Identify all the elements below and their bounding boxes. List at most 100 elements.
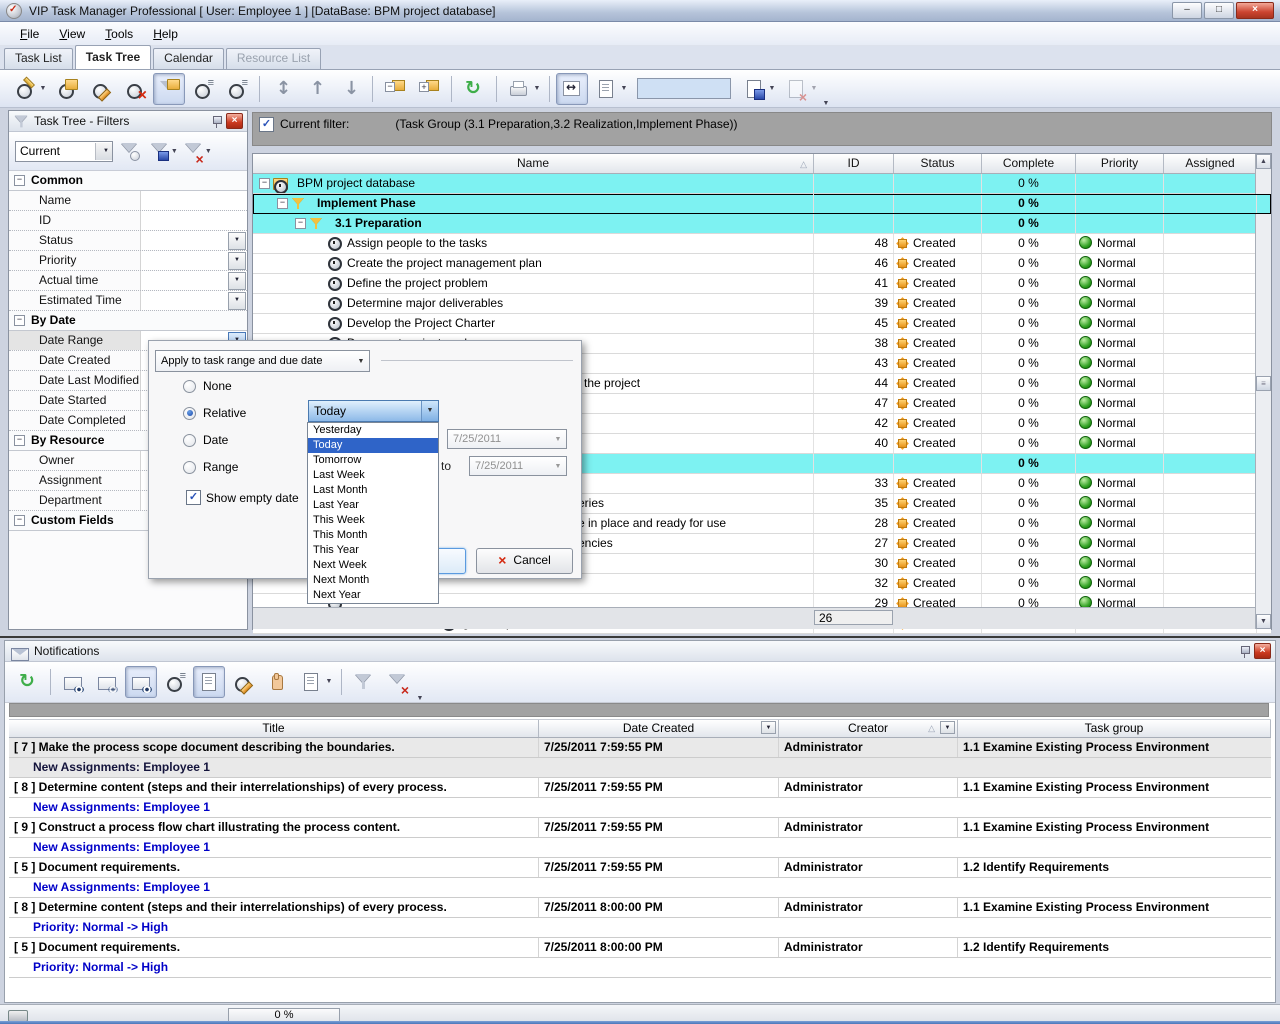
pin-icon[interactable]: [211, 114, 223, 129]
filter-field-estimated-time[interactable]: Estimated Time▼: [9, 291, 247, 311]
refresh-button[interactable]: [458, 73, 490, 105]
collapse-icon[interactable]: −: [14, 435, 25, 446]
radio-none[interactable]: [183, 380, 196, 393]
column-header-complete[interactable]: Complete: [982, 154, 1076, 173]
layouts-button[interactable]: ▼: [590, 73, 622, 105]
clear-filter-button[interactable]: ▼: [182, 135, 214, 167]
tab-task-tree[interactable]: Task Tree: [75, 45, 151, 69]
filter-field-value[interactable]: [141, 211, 247, 230]
column-header-creator[interactable]: Creator△▼: [779, 720, 958, 737]
list-item-last-month[interactable]: Last Month: [308, 483, 438, 498]
accept-task-button[interactable]: [261, 666, 293, 698]
column-header-status[interactable]: Status: [894, 154, 982, 173]
list-item-this-month[interactable]: This Month: [308, 528, 438, 543]
notification-detail[interactable]: Priority: Normal -> High: [9, 918, 1271, 938]
collapse-icon[interactable]: −: [14, 175, 25, 186]
list-item-tomorrow[interactable]: Tomorrow: [308, 453, 438, 468]
chevron-down-icon[interactable]: ▼: [228, 272, 246, 290]
menu-item-file[interactable]: File: [10, 24, 49, 44]
maximize-button[interactable]: □: [1204, 2, 1234, 19]
chevron-down-icon[interactable]: ▼: [532, 85, 542, 92]
notification-detail[interactable]: New Assignments: Employee 1: [9, 798, 1271, 818]
filter-field-value[interactable]: ▼: [141, 291, 247, 310]
list-item-next-month[interactable]: Next Month: [308, 573, 438, 588]
filter-notifications-button[interactable]: [348, 666, 380, 698]
new-task-button[interactable]: ▼: [9, 73, 41, 105]
refresh-notifications-button[interactable]: [12, 666, 44, 698]
save-layout-button[interactable]: ▼: [738, 73, 770, 105]
expand-all-button[interactable]: [413, 73, 445, 105]
notification-row[interactable]: [ 5 ] Document requirements.7/25/2011 8:…: [9, 938, 1271, 958]
delete-task-button[interactable]: [119, 73, 151, 105]
new-subtask-button[interactable]: [51, 73, 83, 105]
filter-field-value[interactable]: [141, 191, 247, 210]
clear-notification-filter-button[interactable]: [382, 666, 414, 698]
filter-tasks-button[interactable]: [153, 73, 185, 105]
update-task-button[interactable]: [221, 73, 253, 105]
column-filter-button[interactable]: ▼: [940, 721, 955, 734]
mark-as-unread-button[interactable]: [91, 666, 123, 698]
close-button[interactable]: ×: [1236, 2, 1274, 19]
filter-preset-combobox[interactable]: Current ▼: [15, 141, 113, 162]
task-group-row[interactable]: −Implement Phase0 %: [253, 194, 1271, 214]
apply-filter-button[interactable]: [114, 135, 146, 167]
column-header-date-created[interactable]: Date Created▼: [539, 720, 779, 737]
list-item-today[interactable]: Today: [308, 438, 438, 453]
toolbar-overflow-button[interactable]: ▼: [821, 100, 831, 107]
move-up-down-button[interactable]: [266, 73, 298, 105]
chevron-down-icon[interactable]: ▼: [809, 85, 819, 92]
pin-icon[interactable]: [1239, 644, 1251, 659]
collapse-icon[interactable]: −: [259, 178, 270, 189]
layouts-button[interactable]: ▼: [295, 666, 327, 698]
chevron-down-icon[interactable]: ▼: [38, 85, 48, 92]
filter-field-priority[interactable]: Priority▼: [9, 251, 247, 271]
range-end-date-field[interactable]: 7/25/2011 ▼: [469, 456, 567, 476]
notification-detail[interactable]: New Assignments: Employee 1: [9, 878, 1271, 898]
column-header-assigned[interactable]: Assigned: [1164, 154, 1257, 173]
tab-calendar[interactable]: Calendar: [153, 48, 224, 69]
menu-item-help[interactable]: Help: [143, 24, 188, 44]
panel-splitter[interactable]: [0, 636, 1280, 638]
filter-field-value[interactable]: ▼: [141, 251, 247, 270]
notification-detail[interactable]: New Assignments: Employee 1: [9, 758, 1271, 778]
task-row[interactable]: Develop the Project Charter45Created0 %N…: [253, 314, 1271, 334]
close-filter-panel-button[interactable]: ×: [226, 113, 243, 129]
edit-task-button[interactable]: [85, 73, 117, 105]
notification-detail[interactable]: Priority: Normal -> High: [9, 958, 1271, 978]
chevron-down-icon[interactable]: ▼: [353, 358, 369, 365]
notification-detail[interactable]: New Assignments: Employee 1: [9, 838, 1271, 858]
task-row[interactable]: Assign people to the tasks48Created0 %No…: [253, 234, 1271, 254]
chevron-down-icon[interactable]: ▼: [421, 401, 438, 421]
title-bar[interactable]: VIP Task Manager Professional [ User: Em…: [0, 0, 1280, 22]
collapse-icon[interactable]: −: [14, 515, 25, 526]
column-header-name[interactable]: Name△: [253, 154, 814, 173]
notification-row[interactable]: [ 7 ] Make the process scope document de…: [9, 738, 1271, 758]
filter-field-value[interactable]: ▼: [141, 231, 247, 250]
move-up-button[interactable]: [300, 73, 332, 105]
column-filter-button[interactable]: ▼: [761, 721, 776, 734]
minimize-button[interactable]: –: [1172, 2, 1202, 19]
chevron-down-icon[interactable]: ▼: [767, 85, 777, 92]
scroll-up-button[interactable]: ▲: [1256, 154, 1271, 169]
relative-range-combobox[interactable]: Today ▼: [308, 400, 439, 422]
collapse-icon[interactable]: −: [295, 218, 306, 229]
print-button[interactable]: ▼: [503, 73, 535, 105]
chevron-down-icon[interactable]: ▼: [170, 148, 179, 155]
chevron-down-icon[interactable]: ▼: [228, 232, 246, 250]
scroll-down-button[interactable]: ▼: [1256, 614, 1271, 629]
radio-date[interactable]: [183, 434, 196, 447]
filter-field-id[interactable]: ID: [9, 211, 247, 231]
filter-field-name[interactable]: Name: [9, 191, 247, 211]
notification-row[interactable]: [ 5 ] Document requirements.7/25/2011 7:…: [9, 858, 1271, 878]
duplicate-task-button[interactable]: [187, 73, 219, 105]
filter-field-actual-time[interactable]: Actual time▼: [9, 271, 247, 291]
collapse-all-button[interactable]: [379, 73, 411, 105]
date-field[interactable]: 7/25/2011 ▼: [447, 429, 567, 449]
chevron-down-icon[interactable]: ▼: [228, 252, 246, 270]
column-header-id[interactable]: ID: [814, 154, 894, 173]
filter-section-by-date[interactable]: −By Date: [9, 311, 247, 331]
radio-option-none[interactable]: None: [183, 379, 232, 393]
task-row[interactable]: Define the project problem41Created0 %No…: [253, 274, 1271, 294]
save-filter-button[interactable]: ▼: [148, 135, 180, 167]
chevron-down-icon[interactable]: ▼: [204, 148, 213, 155]
